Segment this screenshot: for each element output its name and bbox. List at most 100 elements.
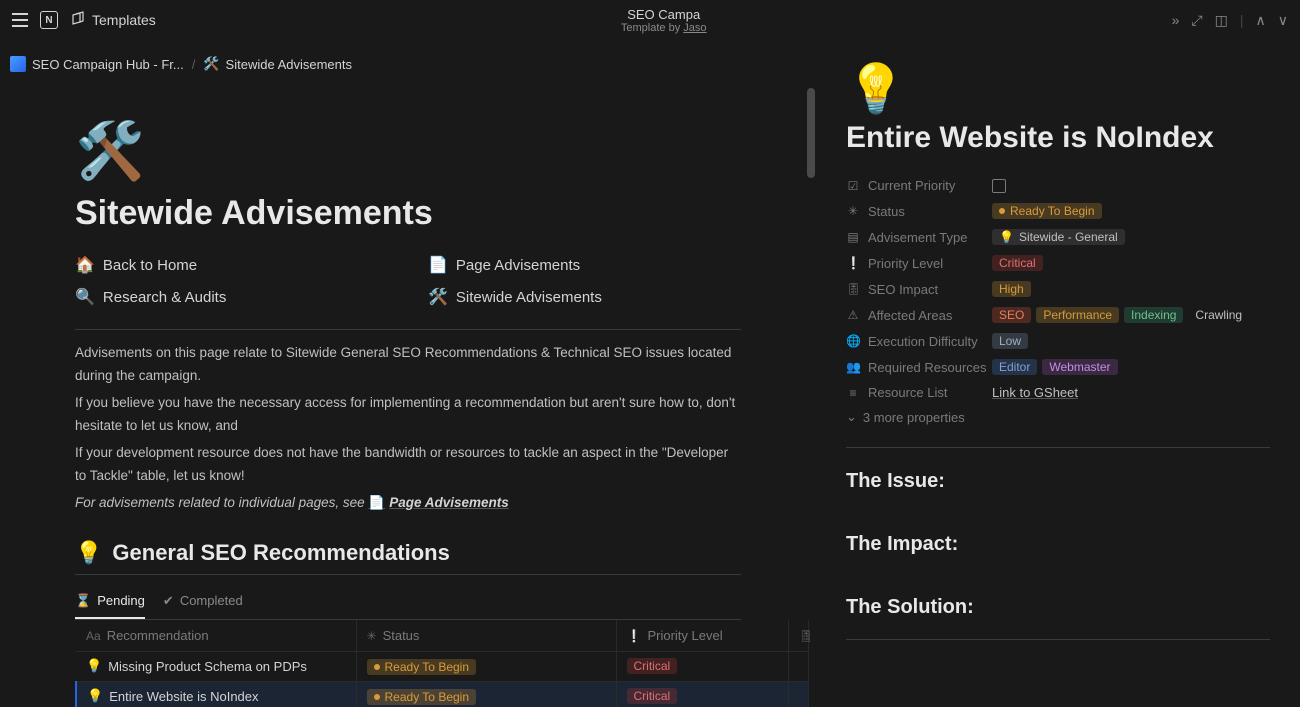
hourglass-icon: ⌛ (75, 593, 91, 609)
topbar-title: SEO Campa (156, 7, 1172, 22)
people-icon: 👥 (846, 360, 860, 374)
expand-arrows-icon[interactable]: » (1172, 12, 1180, 28)
intro-text-2: If you believe you have the necessary ac… (75, 392, 741, 438)
section-solution: The Solution: (846, 596, 1270, 619)
breadcrumb-current[interactable]: 🛠️ Sitewide Advisements (203, 56, 352, 72)
nav-page-advisements[interactable]: 📄Page Advisements (428, 255, 741, 275)
breadcrumb: SEO Campaign Hub - Fr... / 🛠️ Sitewide A… (0, 40, 816, 88)
warning-icon: ⚠ (846, 308, 860, 322)
divider-icon: | (1240, 12, 1244, 28)
col-priority[interactable]: ❕Priority Level (616, 620, 788, 652)
prop-seo-impact[interactable]: 🎚SEO Impact High (846, 276, 1270, 302)
topbar-title-area: SEO Campa Template by Jaso (156, 7, 1172, 34)
section-issue: The Issue: (846, 470, 1270, 493)
bulb-icon: 💡 (87, 688, 103, 704)
bulb-icon: 💡 (86, 658, 102, 674)
nav-back-home[interactable]: 🏠Back to Home (75, 255, 388, 275)
status-badge: Ready To Begin (992, 203, 1102, 219)
page-icon: 📄 (428, 255, 448, 275)
difficulty-badge: Low (992, 333, 1028, 349)
prop-execution-difficulty[interactable]: 🌐Execution Difficulty Low (846, 328, 1270, 354)
spinner-icon: ✳ (367, 629, 377, 643)
page-hero-icon[interactable]: 🛠️ (75, 118, 741, 184)
checkbox-prop-icon: ☑ (846, 179, 860, 193)
menu-icon[interactable] (12, 13, 28, 27)
affected-tag: Performance (1036, 307, 1119, 323)
tab-completed[interactable]: ✔Completed (163, 587, 243, 619)
intro-text-4-prefix: For advisements related to individual pa… (75, 495, 368, 510)
page-icon: 📄 (368, 492, 385, 515)
notion-logo-icon[interactable]: N (40, 11, 58, 29)
scrollbar[interactable] (806, 88, 816, 707)
breadcrumb-separator: / (192, 57, 196, 72)
page-stack-icon: ▤ (846, 230, 860, 244)
table-tabs: ⌛Pending ✔Completed (75, 587, 741, 620)
status-badge: Ready To Begin (367, 689, 477, 705)
col-status[interactable]: ✳Status (356, 620, 616, 652)
detail-pane: 💡 Entire Website is NoIndex ☑Current Pri… (816, 40, 1300, 707)
recommendations-table: AaRecommendation ✳Status ❕Priority Level… (75, 620, 809, 707)
fullscreen-icon[interactable]: ⤢ (1191, 12, 1202, 29)
divider (846, 447, 1270, 448)
breadcrumb-root[interactable]: SEO Campaign Hub - Fr... (10, 56, 184, 72)
tools-icon: 🛠️ (428, 287, 448, 307)
priority-badge: Critical (627, 688, 678, 704)
sliders-icon: 🎚 (846, 282, 860, 296)
gsheet-link[interactable]: Link to GSheet (992, 385, 1078, 400)
priority-badge: Critical (992, 255, 1043, 271)
prop-priority-level[interactable]: ❕Priority Level Critical (846, 250, 1270, 276)
affected-tag: Crawling (1188, 307, 1249, 323)
section-general-seo: 💡 General SEO Recommendations (75, 540, 741, 566)
seo-hub-icon (10, 56, 26, 72)
prop-affected-areas[interactable]: ⚠Affected Areas SEO Performance Indexing… (846, 302, 1270, 328)
priority-badge: Critical (627, 658, 678, 674)
affected-tag: Indexing (1124, 307, 1183, 323)
check-circle-icon: ✔ (163, 593, 174, 609)
template-author-link[interactable]: Jaso (683, 22, 706, 34)
globe-icon: 🌐 (846, 334, 860, 348)
priority-icon: ❕ (846, 256, 860, 270)
prev-icon[interactable]: ∧ (1256, 12, 1266, 29)
tab-pending[interactable]: ⌛Pending (75, 587, 145, 619)
detail-hero-icon[interactable]: 💡 (846, 60, 1270, 117)
bulb-icon: 💡 (75, 540, 102, 566)
tools-icon: 🛠️ (203, 56, 219, 72)
status-badge: Ready To Begin (367, 659, 477, 675)
page-title: Sitewide Advisements (75, 194, 741, 233)
main-content-pane: SEO Campaign Hub - Fr... / 🛠️ Sitewide A… (0, 40, 816, 707)
table-row[interactable]: 💡Entire Website is NoIndex Ready To Begi… (76, 681, 808, 707)
prop-status[interactable]: ✳Status Ready To Begin (846, 198, 1270, 224)
prop-required-resources[interactable]: 👥Required Resources Editor Webmaster (846, 354, 1270, 380)
nav-sitewide-advisements[interactable]: 🛠️Sitewide Advisements (428, 287, 741, 307)
divider (75, 329, 741, 330)
templates-button[interactable]: Templates (70, 11, 156, 30)
col-extra[interactable]: 🎚 (788, 620, 808, 652)
prop-current-priority[interactable]: ☑Current Priority (846, 173, 1270, 198)
priority-icon: ❕ (627, 629, 642, 643)
top-bar: N Templates SEO Campa Template by Jaso »… (0, 0, 1300, 40)
chevron-down-icon: ⌄ (846, 409, 857, 425)
detail-title: Entire Website is NoIndex (846, 121, 1270, 155)
peek-mode-icon[interactable]: ◫ (1215, 12, 1228, 29)
home-icon: 🏠 (75, 255, 95, 275)
more-properties-toggle[interactable]: ⌄ 3 more properties (846, 409, 1270, 425)
priority-checkbox[interactable] (992, 179, 1006, 193)
intro-text-1: Advisements on this page relate to Sitew… (75, 342, 741, 388)
templates-label: Templates (92, 12, 156, 28)
type-badge: 💡 Sitewide - General (992, 229, 1125, 245)
resource-tag: Editor (992, 359, 1037, 375)
page-advisements-link[interactable]: 📄Page Advisements (368, 492, 508, 515)
col-recommendation[interactable]: AaRecommendation (76, 620, 356, 652)
divider (75, 574, 741, 575)
prop-advisement-type[interactable]: ▤Advisement Type 💡 Sitewide - General (846, 224, 1270, 250)
impact-badge: High (992, 281, 1031, 297)
next-icon[interactable]: ∨ (1278, 12, 1288, 29)
prop-resource-list[interactable]: ≡Resource List Link to GSheet (846, 380, 1270, 405)
intro-text-3: If your development resource does not ha… (75, 442, 741, 488)
table-row[interactable]: 💡Missing Product Schema on PDPs Ready To… (76, 651, 808, 681)
text-icon: Aa (86, 629, 101, 643)
divider (846, 639, 1270, 640)
section-impact: The Impact: (846, 533, 1270, 556)
list-icon: ≡ (846, 386, 860, 400)
nav-research-audits[interactable]: 🔍Research & Audits (75, 287, 388, 307)
